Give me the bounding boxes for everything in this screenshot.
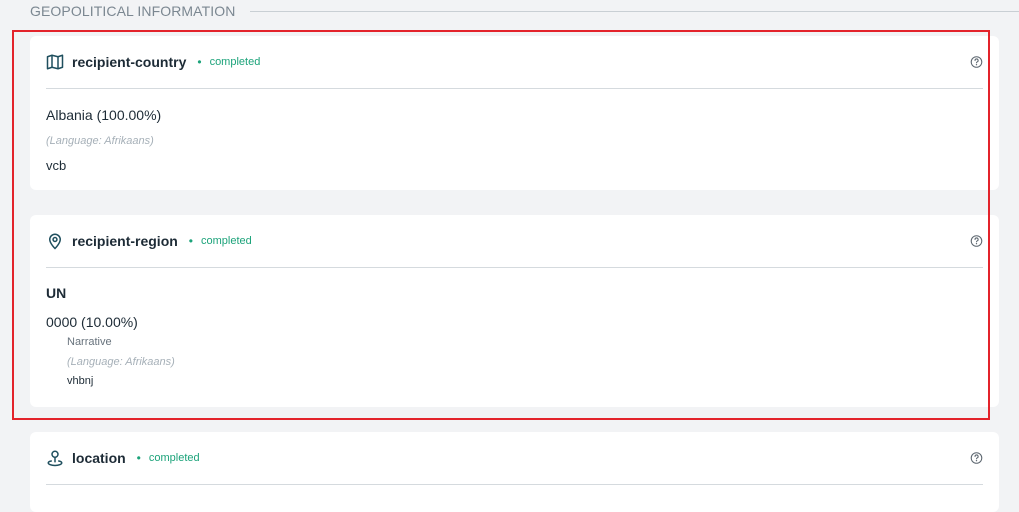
narrative-text: vcb bbox=[46, 158, 67, 173]
country-value: Albania (100.00%) bbox=[46, 107, 162, 123]
status-badge: completed bbox=[201, 235, 252, 247]
status-dot: • bbox=[188, 234, 193, 248]
help-icon[interactable] bbox=[970, 56, 983, 69]
card-title: recipient-country bbox=[72, 54, 187, 70]
section-title: GEOPOLITICAL INFORMATION bbox=[30, 3, 236, 19]
card-title: location bbox=[72, 450, 126, 466]
card-title: recipient-region bbox=[72, 233, 178, 249]
location-pin-icon bbox=[46, 231, 66, 251]
card-header: location • completed bbox=[46, 432, 983, 485]
recipient-country-card: recipient-country • completed Albania (1… bbox=[30, 36, 999, 190]
recipient-region-card: recipient-region • completed UN 0000 (10… bbox=[30, 215, 999, 407]
help-icon[interactable] bbox=[970, 452, 983, 465]
card-header: recipient-region • completed bbox=[46, 215, 983, 268]
status-badge: completed bbox=[148, 452, 200, 464]
map-icon bbox=[46, 52, 66, 72]
language-label: (Language: Afrikaans) bbox=[46, 135, 154, 147]
status-badge: completed bbox=[209, 56, 261, 68]
narrative-label: Narrative bbox=[67, 336, 112, 348]
region-code: UN bbox=[46, 285, 67, 301]
help-icon[interactable] bbox=[970, 235, 983, 248]
card-header: recipient-country • completed bbox=[46, 36, 983, 89]
section-header: GEOPOLITICAL INFORMATION bbox=[30, 2, 1019, 20]
map-marker-icon bbox=[46, 448, 66, 468]
status-dot: • bbox=[136, 451, 141, 465]
region-value: 0000 (10.00%) bbox=[46, 314, 138, 330]
language-label: (Language: Afrikaans) bbox=[67, 356, 175, 368]
location-card: location • completed bbox=[30, 432, 999, 512]
narrative-text: vhbnj bbox=[67, 375, 94, 387]
status-dot: • bbox=[197, 55, 202, 69]
section-divider bbox=[250, 10, 1019, 12]
